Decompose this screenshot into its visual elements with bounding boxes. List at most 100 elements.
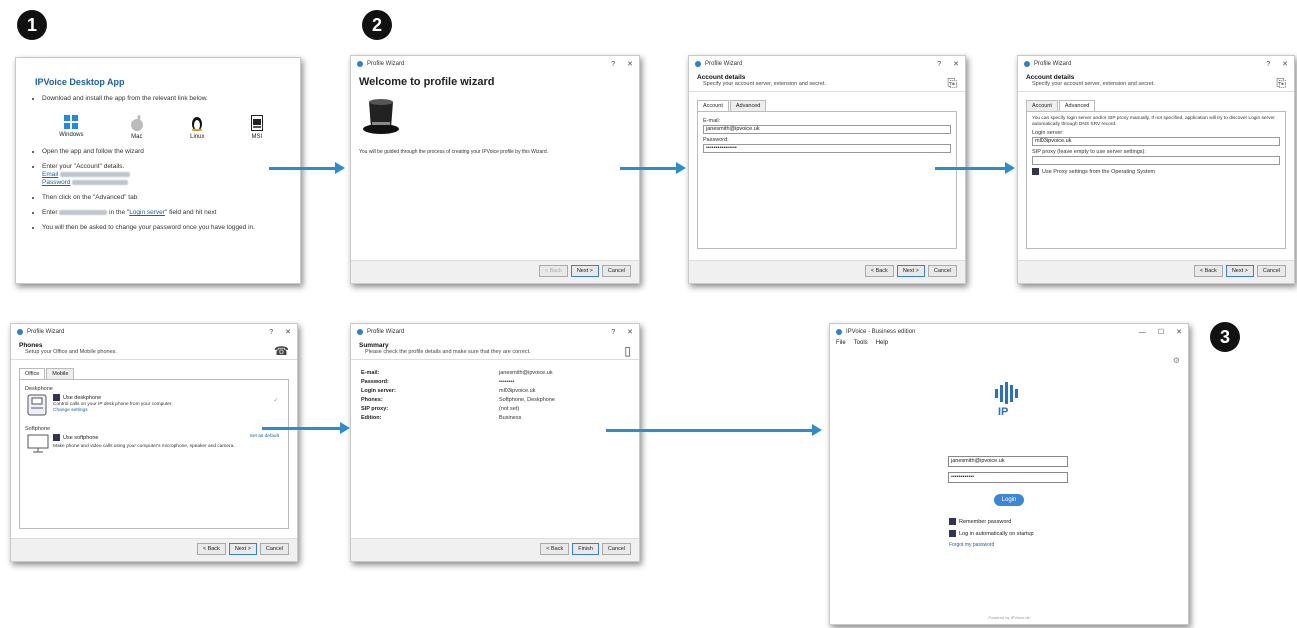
back-button[interactable]: < Back: [1193, 265, 1223, 277]
softphone-monitor-icon: [27, 434, 49, 453]
login-password-field[interactable]: ••••••••••••: [948, 472, 1068, 483]
msi-file-icon: [250, 115, 263, 131]
login-email-field[interactable]: janesmith@ipvoice.uk: [948, 456, 1068, 467]
forgot-password-link[interactable]: Forgot my password: [949, 542, 994, 548]
login-server-field[interactable]: ml03ipvoice.uk: [1032, 137, 1280, 146]
app-icon: [357, 329, 363, 335]
menu-tools[interactable]: Tools: [854, 340, 868, 346]
instructions-title: IPVoice Desktop App: [35, 77, 125, 87]
instr-enter-account: Enter your "Account" details. Email Pass…: [42, 163, 300, 187]
ipvoice-logo-icon: [995, 382, 1018, 404]
instr-click-advanced: Then click on the "Advanced" tab: [42, 194, 300, 202]
tab-advanced[interactable]: Advanced: [1058, 100, 1096, 111]
flow-arrow: [262, 422, 350, 434]
email-field[interactable]: janesmith@ipvoice.uk: [703, 125, 951, 134]
tab-account[interactable]: Account: [1026, 100, 1058, 111]
help-button[interactable]: ?: [937, 61, 941, 68]
flow-arrow: [620, 162, 686, 174]
minimize-button[interactable]: —: [1139, 329, 1146, 336]
advanced-help-text: You can specify login server and/or SIP …: [1032, 116, 1275, 127]
next-button[interactable]: Next >: [570, 265, 599, 277]
close-button[interactable]: ✕: [285, 328, 291, 336]
close-button[interactable]: ✕: [1176, 328, 1182, 336]
step-badge-3: 3: [1210, 322, 1240, 352]
flow-arrow: [606, 424, 822, 436]
app-icon: [17, 329, 23, 335]
close-button[interactable]: ✕: [953, 60, 959, 68]
platform-linux[interactable]: Linux: [190, 115, 205, 140]
close-button[interactable]: ✕: [627, 328, 633, 336]
auto-login-row[interactable]: Log in automatically on startup: [949, 530, 1034, 537]
deskphone-icon: [27, 394, 47, 416]
flow-arrow: [935, 162, 1015, 174]
finish-button[interactable]: Finish: [572, 543, 599, 555]
wizard-header-icon: ⎘: [1276, 76, 1286, 90]
summary-row: SIP proxy: (not set): [361, 406, 520, 412]
gear-icon[interactable]: ⚙: [1173, 356, 1180, 365]
tab-advanced[interactable]: Advanced: [729, 100, 767, 111]
summary-table: E-mail: janesmith@ipvoice.uk Password: •••…: [361, 370, 639, 421]
welcome-text: You will be guided through the process o…: [359, 149, 549, 155]
app-icon: [1024, 61, 1030, 67]
summary-header-icon: ▯: [624, 344, 631, 358]
platform-list: Windows Mac Linux MSI: [36, 115, 286, 140]
cancel-button[interactable]: Cancel: [1256, 265, 1286, 277]
help-button[interactable]: ?: [1266, 61, 1270, 68]
proxy-checkbox-row[interactable]: Use Proxy settings from the Operating Sy…: [1032, 168, 1280, 175]
close-button[interactable]: ✕: [627, 60, 633, 68]
instr-open: Open the app and follow the wizard: [42, 148, 300, 156]
cancel-button[interactable]: Cancel: [927, 265, 957, 277]
platform-windows[interactable]: Windows: [59, 115, 84, 140]
platform-msi[interactable]: MSI: [250, 115, 263, 140]
login-button[interactable]: Login: [994, 494, 1024, 506]
tab-account[interactable]: Account: [697, 100, 729, 111]
tab-office[interactable]: Office: [19, 368, 46, 379]
back-button[interactable]: < Back: [864, 265, 894, 277]
flow-arrow: [269, 162, 345, 174]
summary-row: Login server: ml03ipvoice.uk: [361, 388, 536, 394]
platform-mac[interactable]: Mac: [130, 115, 144, 140]
cancel-button[interactable]: Cancel: [601, 265, 631, 277]
back-button[interactable]: < Back: [540, 543, 570, 555]
sip-proxy-field[interactable]: [1032, 156, 1280, 165]
windows-icon: [64, 115, 79, 129]
login-server-link[interactable]: Login server: [129, 209, 165, 216]
menu-help[interactable]: Help: [876, 340, 888, 346]
menu-file[interactable]: File: [836, 340, 846, 346]
next-button[interactable]: Next >: [228, 543, 257, 555]
login-app-window: IPVoice - Business edition — ☐ ✕ File To…: [829, 323, 1189, 625]
tab-mobile[interactable]: Mobile: [46, 368, 75, 379]
help-button[interactable]: ?: [269, 329, 273, 336]
next-button[interactable]: Next >: [1225, 265, 1254, 277]
check-icon: ✓: [273, 397, 279, 404]
back-button[interactable]: < Back: [538, 265, 568, 277]
help-button[interactable]: ?: [611, 329, 615, 336]
next-button[interactable]: Next >: [896, 265, 925, 277]
checkbox-checked[interactable]: [1032, 168, 1039, 175]
app-icon: [695, 61, 701, 67]
remember-password-row[interactable]: Remember password: [949, 518, 1011, 525]
maximize-button[interactable]: ☐: [1158, 328, 1164, 336]
change-settings-link[interactable]: Change settings: [53, 408, 88, 413]
remember-checkbox[interactable]: [949, 518, 956, 525]
instr-email-label: Email: [42, 171, 59, 178]
welcome-titlebar: Profile Wizard ? ✕: [351, 56, 639, 72]
apple-icon: [130, 115, 143, 131]
welcome-heading: Welcome to profile wizard: [359, 76, 495, 88]
help-button[interactable]: ?: [611, 61, 615, 68]
use-softphone-checkbox[interactable]: [53, 434, 60, 441]
wizard-header-icon: ⎘: [947, 76, 957, 90]
auto-login-checkbox[interactable]: [949, 530, 956, 537]
password-field[interactable]: ••••••••••••••••: [703, 144, 951, 153]
use-deskphone-checkbox[interactable]: [53, 394, 60, 401]
set-default-link[interactable]: Set as default: [250, 434, 279, 439]
instr-download: Download and install the app from the re…: [42, 95, 300, 103]
cancel-button[interactable]: Cancel: [601, 543, 631, 555]
close-button[interactable]: ✕: [1282, 60, 1288, 68]
account-wizard-window: Profile Wizard ? ✕ Account details Speci…: [688, 55, 966, 284]
phone-header-icon: ☎: [274, 344, 289, 358]
back-button[interactable]: < Back: [196, 543, 226, 555]
summary-row: Phones: Softphone, Deskphone: [361, 397, 555, 403]
cancel-button[interactable]: Cancel: [259, 543, 289, 555]
advanced-wizard-window: Profile Wizard ? ✕ Account details Speci…: [1017, 55, 1295, 284]
